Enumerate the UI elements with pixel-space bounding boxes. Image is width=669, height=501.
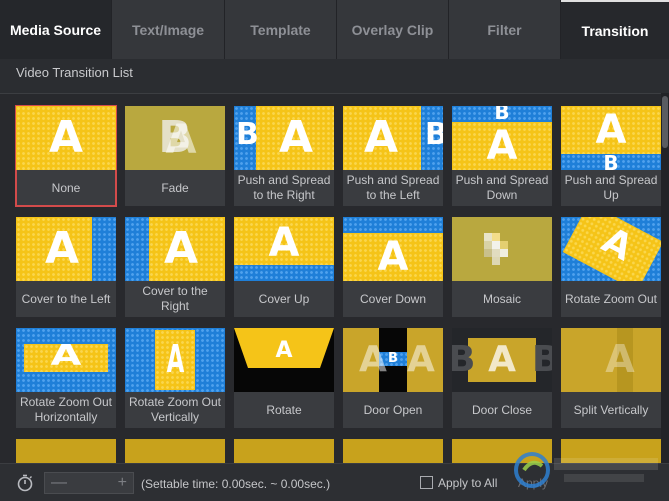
tab-overlay-clip[interactable]: Overlay Clip [337,0,449,59]
transition-rotate-zoom-out-vertically[interactable]: A Rotate Zoom Out Vertically [125,328,225,428]
list-title: Video Transition List [16,65,133,80]
tab-text-image[interactable]: Text/Image [112,0,225,59]
transition-label: Cover Down [359,291,427,306]
transition-mosaic[interactable]: Mosaic [452,217,552,317]
transition-label: Split Vertically [573,402,649,417]
partial-thumb[interactable] [343,439,443,463]
apply-to-all-label[interactable]: Apply to All [438,476,497,490]
tab-filter[interactable]: Filter [449,0,561,59]
tab-transition[interactable]: Transition [561,0,669,59]
push-up-thumb-icon: A B [561,106,661,170]
transition-door-open[interactable]: B A A Door Open [343,328,443,428]
transition-label: Push and Spread to the Left [346,173,440,202]
transition-door-close[interactable]: B B A Door Close [452,328,552,428]
transition-label: Push and Spread to the Right [237,173,331,202]
rotate-zoom-v-thumb-icon: A [125,328,225,392]
cover-right-thumb-icon: A [125,217,225,281]
transition-label: Rotate [266,402,302,417]
transition-push-spread-right[interactable]: B A Push and Spread to the Right [234,106,334,206]
transition-cover-right[interactable]: A Cover to the Right [125,217,225,317]
tab-template[interactable]: Template [225,0,337,59]
transition-label: Cover to the Right [142,284,208,313]
transition-label: Push and Spread Up [564,173,658,202]
stopwatch-icon [17,474,33,492]
partial-thumb[interactable] [16,439,116,463]
mosaic-thumb-icon [452,217,552,281]
partial-thumb[interactable] [234,439,334,463]
transition-fade[interactable]: B A Fade [125,106,225,206]
transition-cover-up[interactable]: A Cover Up [234,217,334,317]
transition-grid-area: A None B A Fade B A Push and Spread to t… [0,93,669,463]
transition-cover-left[interactable]: A Cover to the Left [16,217,116,317]
apply-to-all-checkbox[interactable] [420,476,433,489]
transition-push-spread-left[interactable]: A B Push and Spread to the Left [343,106,443,206]
cover-up-thumb-icon: A [234,217,334,281]
transition-label: Door Close [471,402,533,417]
transition-label: Cover Up [258,291,310,306]
transition-label: Mosaic [482,291,521,306]
transition-rotate[interactable]: A Rotate [234,328,334,428]
transition-label: Fade [161,180,189,195]
cover-left-thumb-icon: A [16,217,116,281]
transition-label: Cover to the Left [21,291,111,306]
push-down-thumb-icon: B A [452,106,552,170]
transition-label: Rotate Zoom Out Vertically [128,395,222,424]
scrollbar-thumb[interactable] [662,96,668,148]
transition-push-spread-down[interactable]: B A Push and Spread Down [452,106,552,206]
transition-split-vertically[interactable]: A Split Vertically [561,328,661,428]
transition-push-spread-up[interactable]: A B Push and Spread Up [561,106,661,206]
push-left-thumb-icon: A B [343,106,443,170]
transition-cover-down[interactable]: A Cover Down [343,217,443,317]
rotate-zoom-out-thumb-icon: A [561,217,661,281]
door-close-thumb-icon: B B A [452,328,552,392]
none-thumb-icon: A [16,106,116,170]
watermark-logo-icon [514,452,658,488]
settable-time-text: (Settable time: 0.00sec. ~ 0.00sec.) [141,477,331,491]
transition-grid: A None B A Fade B A Push and Spread to t… [15,105,661,428]
tab-media-source[interactable]: Media Source [0,0,112,59]
cover-down-thumb-icon: A [343,217,443,281]
transition-label: None [51,180,81,195]
partial-thumb[interactable] [125,439,225,463]
stepper-plus-button[interactable]: + [118,474,127,492]
transition-rotate-zoom-out[interactable]: A Rotate Zoom Out [561,217,661,317]
split-vertically-thumb-icon: A [561,328,661,392]
rotate-zoom-h-thumb-icon: A [16,328,116,392]
rotate-thumb-icon: A [234,328,334,392]
transition-label: Rotate Zoom Out [564,291,658,306]
transition-label: Push and Spread Down [455,173,549,202]
duration-stepper[interactable]: — + [44,472,134,494]
tab-bar: Media Source Text/Image Template Overlay… [0,0,669,59]
scrollbar-track[interactable] [661,93,669,463]
transition-rotate-zoom-out-horizontally[interactable]: A Rotate Zoom Out Horizontally [16,328,116,428]
transition-none[interactable]: A None [15,105,117,207]
door-open-thumb-icon: B A A [343,328,443,392]
fade-thumb-icon: B A [125,106,225,170]
transition-label: Door Open [363,402,423,417]
transition-label: Rotate Zoom Out Horizontally [19,395,113,424]
push-right-thumb-icon: B A [234,106,334,170]
stepper-minus-button[interactable]: — [51,474,67,492]
